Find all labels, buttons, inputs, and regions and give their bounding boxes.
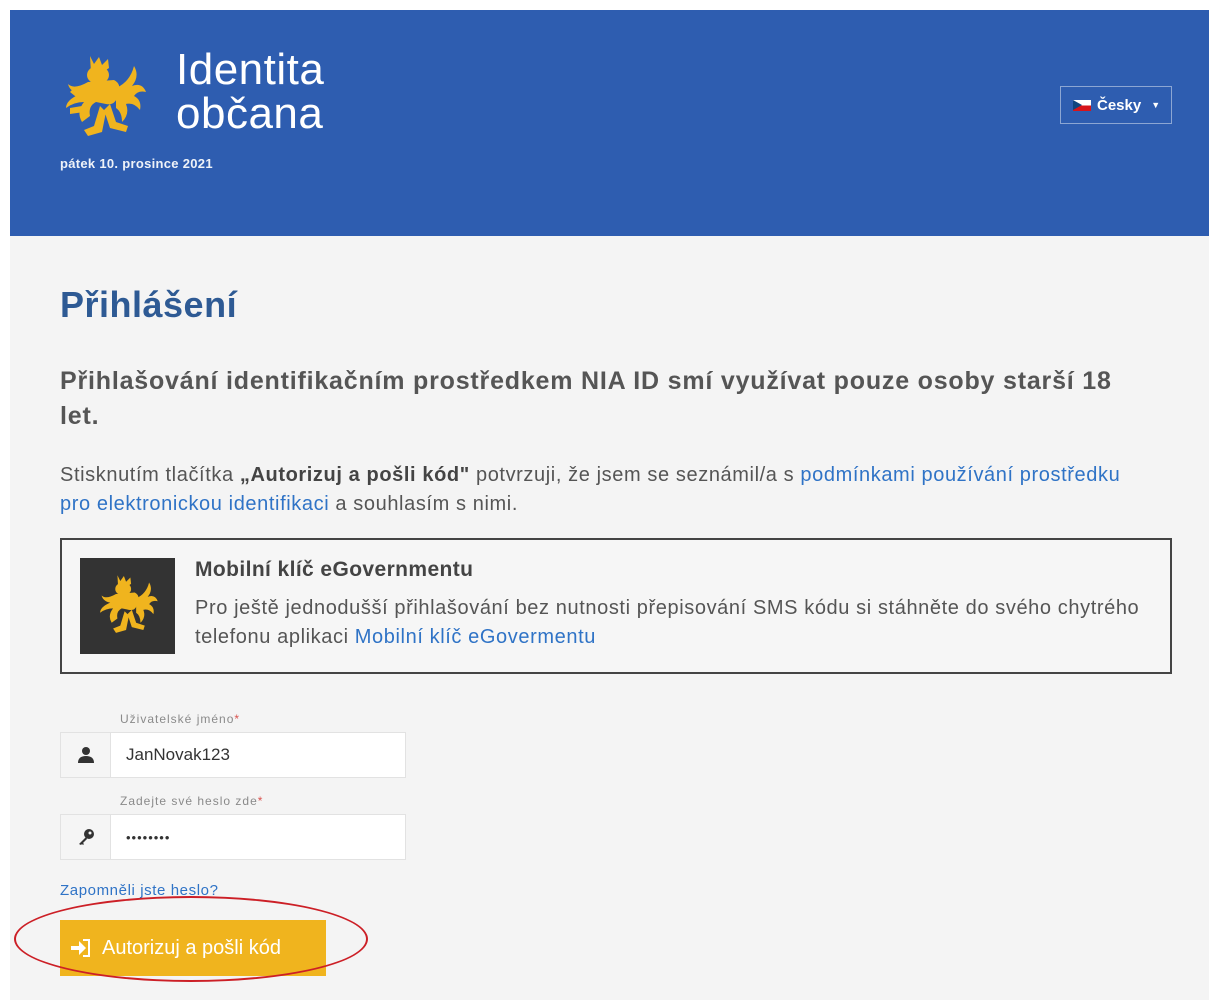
page-title: Přihlášení [60, 284, 238, 325]
username-field [60, 732, 406, 778]
language-selector[interactable]: Česky ▼ [1060, 86, 1172, 124]
password-input[interactable] [111, 815, 405, 859]
page: Identita občana pátek 10. prosince 2021 … [10, 10, 1209, 1000]
logo-title: Identita občana [176, 48, 324, 136]
czech-flag-icon [1073, 99, 1091, 111]
password-label-text: Zadejte své heslo zde [120, 794, 258, 808]
lion-crest-icon [100, 575, 158, 633]
terms-after: a souhlasím s nimi. [329, 493, 518, 515]
mobile-key-logo [80, 558, 175, 654]
mobile-key-description: Pro ještě jednodušší přihlašování bez nu… [195, 597, 1140, 648]
password-label: Zadejte své heslo zde* [120, 794, 263, 808]
language-label: Česky [1097, 96, 1142, 114]
mobile-key-title: Mobilní klíč eGovernmentu [195, 558, 474, 581]
header-date: pátek 10. prosince 2021 [60, 156, 213, 171]
mobile-key-text: Pro ještě jednodušší přihlašování bez nu… [195, 594, 1155, 652]
forgot-password-link[interactable]: Zapomněli jste heslo? [60, 882, 219, 899]
required-mark: * [257, 794, 264, 808]
mobile-key-link[interactable]: Mobilní klíč eGovermentu [355, 626, 596, 648]
required-mark: * [234, 712, 241, 726]
logo-title-line2: občana [176, 89, 324, 138]
age-notice: Přihlašování identifikačním prostředkem … [60, 367, 1112, 430]
lion-crest-icon [66, 56, 146, 136]
submit-button[interactable]: Autorizuj a pošli kód [60, 920, 326, 976]
header: Identita občana pátek 10. prosince 2021 … [10, 10, 1209, 236]
user-icon [61, 733, 111, 777]
submit-label: Autorizuj a pošli kód [102, 936, 281, 959]
logo-title-line1: Identita [176, 45, 325, 94]
mobile-key-box: Mobilní klíč eGovernmentu Pro ještě jedn… [60, 538, 1172, 674]
username-label: Uživatelské jméno* [120, 712, 240, 726]
terms-text: Stisknutím tlačítka „Autorizuj a pošli k… [60, 461, 1150, 519]
username-label-text: Uživatelské jméno [120, 712, 235, 726]
sign-in-icon [71, 939, 90, 957]
username-input[interactable] [111, 733, 405, 777]
key-icon [61, 815, 111, 859]
caret-down-icon: ▼ [1151, 100, 1161, 110]
terms-before: Stisknutím tlačítka [60, 464, 234, 486]
terms-button-name: „Autorizuj a pošli kód" [239, 464, 470, 486]
password-field [60, 814, 406, 860]
terms-middle: potvrzuji, že jsem se seznámil/a s [469, 464, 801, 486]
